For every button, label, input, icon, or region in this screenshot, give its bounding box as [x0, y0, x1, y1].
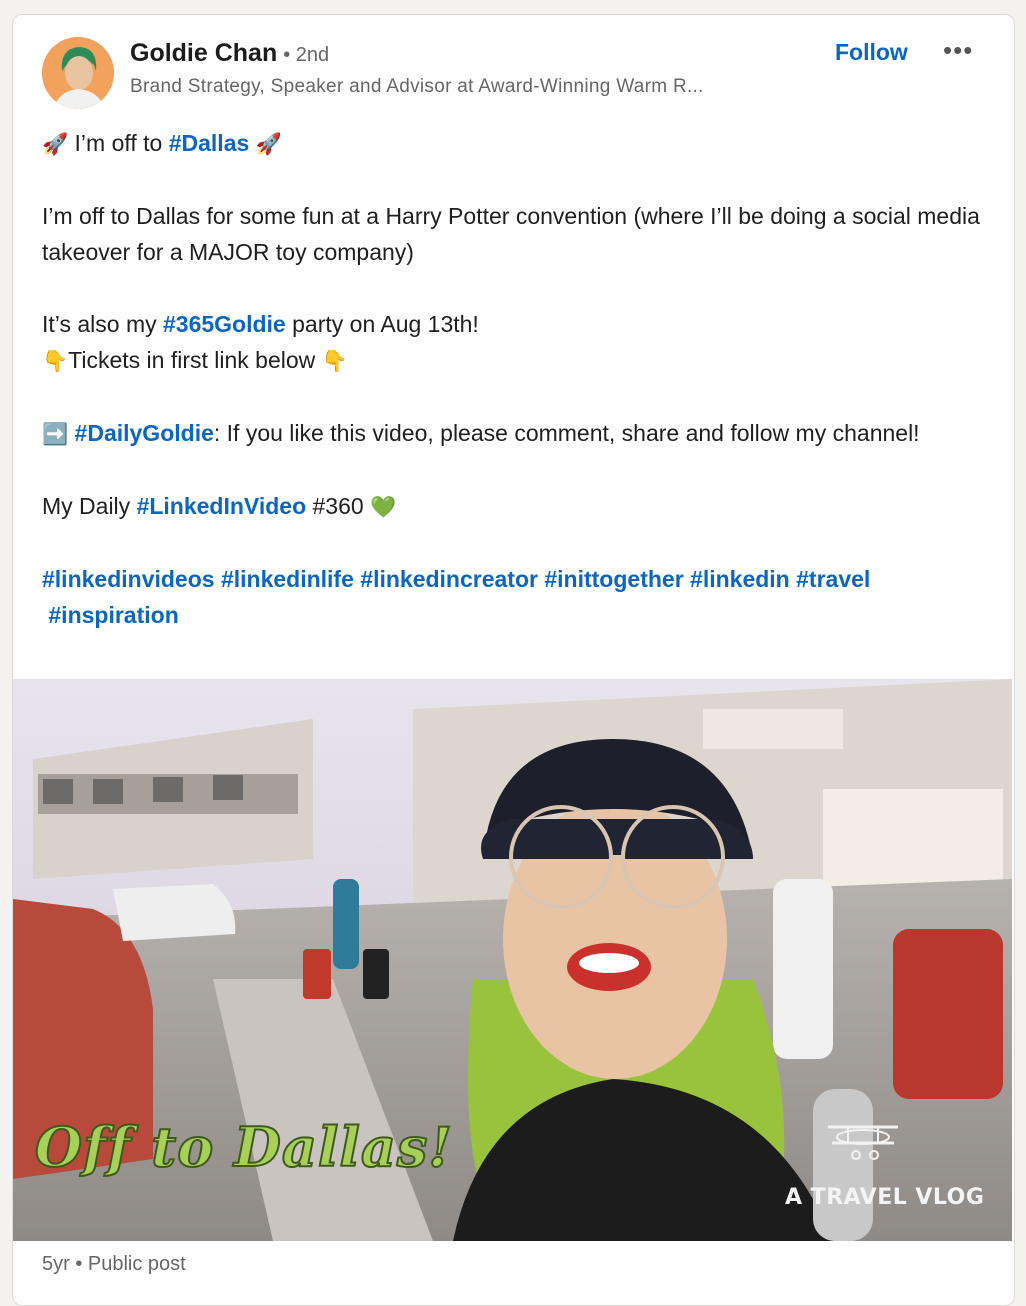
post-paragraph-4: ➡️ #DailyGoldie: If you like this video,… — [42, 420, 920, 446]
post-text: 🚀 I’m off to #Dallas 🚀 I’m off to Dallas… — [42, 125, 992, 633]
right-arrow-icon: ➡️ — [42, 422, 69, 446]
author-avatar[interactable] — [42, 37, 114, 109]
hashtag-travel[interactable]: #travel — [796, 566, 870, 592]
hashtag-linkedinvideos[interactable]: #linkedinvideos — [42, 566, 215, 592]
pointing-down-icon: 👇 — [321, 349, 348, 373]
hashtag-365goldie[interactable]: #365Goldie — [163, 311, 286, 337]
video-overlay-brand: A TRAVEL VLOG — [785, 1185, 985, 1210]
video-overlay-title: Off to Dallas! — [34, 1114, 453, 1180]
post-hashtags: #linkedinvideos #linkedinlife #linkedinc… — [42, 561, 992, 633]
post-meta: 5yr • Public post — [42, 1253, 186, 1275]
hashtag-linkedinlife[interactable]: #linkedinlife — [221, 566, 354, 592]
hashtag-inspiration[interactable]: #inspiration — [48, 602, 178, 628]
post-paragraph-2: I’m off to Dallas for some fun at a Harr… — [42, 203, 980, 265]
follow-button[interactable]: Follow — [835, 39, 908, 66]
author-name[interactable]: Goldie Chan — [130, 39, 277, 67]
connection-degree: • 2nd — [283, 44, 330, 66]
pointing-down-icon: 👇 — [42, 349, 69, 373]
rocket-icon: 🚀 — [42, 132, 69, 156]
author-name-row: Goldie Chan • 2nd — [130, 39, 329, 68]
hashtag-inittogether[interactable]: #inittogether — [544, 566, 683, 592]
post-paragraph-3: It’s also my #365Goldie party on Aug 13t… — [42, 311, 479, 373]
feed-post-card: Goldie Chan • 2nd Brand Strategy, Speaker… — [12, 14, 1015, 1306]
hashtag-dailygoldie[interactable]: #DailyGoldie — [75, 420, 214, 446]
rocket-icon: 🚀 — [255, 132, 282, 156]
hashtag-linkedincreator[interactable]: #linkedincreator — [360, 566, 538, 592]
green-heart-icon: 💚 — [370, 495, 397, 519]
avatar-image — [42, 37, 114, 109]
post-paragraph-5: My Daily #LinkedInVideo #360 💚 — [42, 493, 397, 519]
author-headline: Brand Strategy, Speaker and Advisor at A… — [130, 76, 704, 97]
hashtag-linkedinvideo[interactable]: #LinkedInVideo — [137, 493, 307, 519]
hashtag-dallas[interactable]: #Dallas — [169, 130, 250, 156]
more-options-icon[interactable]: ••• — [943, 35, 973, 66]
biplane-icon — [828, 1125, 898, 1160]
post-line-1: 🚀 I’m off to #Dallas 🚀 — [42, 130, 282, 156]
hashtag-linkedin[interactable]: #linkedin — [690, 566, 790, 592]
